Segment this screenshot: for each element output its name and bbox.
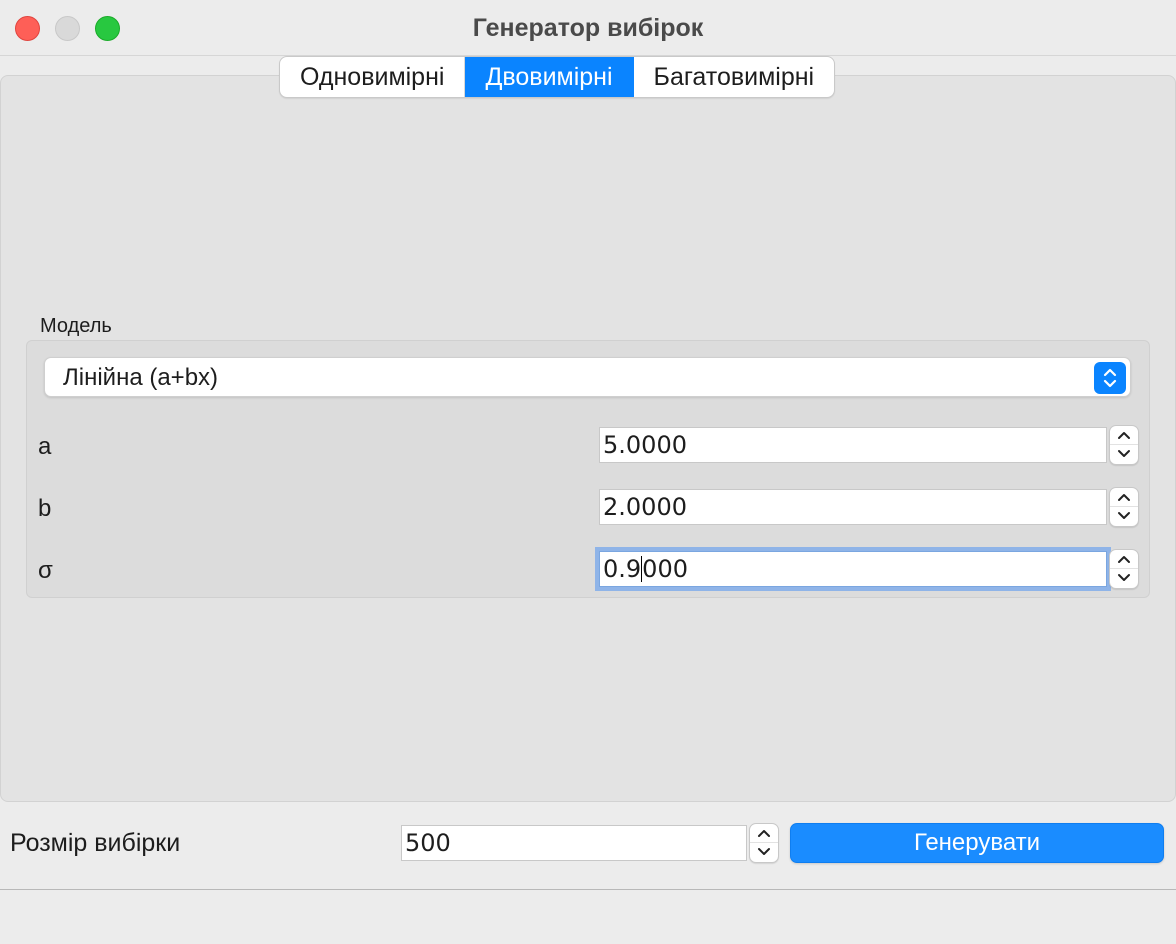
chevron-down-icon [1118,512,1130,519]
param-a-stepper[interactable] [1109,425,1139,465]
param-a-increment[interactable] [1110,426,1138,445]
param-a-input[interactable]: 5.0000 [599,427,1107,463]
model-group-label: Модель [40,315,112,337]
param-b-decrement[interactable] [1110,507,1138,526]
chevron-down-icon [758,848,770,855]
param-sigma-value-start: 0.9 [603,555,642,583]
param-b-stepper[interactable] [1109,487,1139,527]
param-sigma-input[interactable]: 0.9000 [599,551,1107,587]
status-bar-divider [0,889,1176,890]
model-select[interactable]: Лінійна (a+bx) [44,357,1131,397]
chevron-down-icon [1118,574,1130,581]
tab-bar: Одновимірні Двовимірні Багатовимірні [279,56,836,98]
window-title: Генератор вибірок [472,14,704,42]
sample-size-decrement[interactable] [750,843,778,862]
generate-button[interactable]: Генерувати [790,823,1164,863]
param-b-input[interactable]: 2.0000 [599,489,1107,525]
model-select-value: Лінійна (a+bx) [63,364,219,391]
chevron-down-icon [1118,450,1130,457]
tab-two-dimensional[interactable]: Двовимірні [465,57,634,97]
param-a-decrement[interactable] [1110,445,1138,464]
sample-size-label: Розмір вибірки [10,829,181,857]
param-sigma-stepper[interactable] [1109,549,1139,589]
sample-size-input[interactable]: 500 [401,825,747,861]
chevron-up-icon [758,830,770,837]
app-window: Генератор вибірок Одновимірні Двовимірні… [0,0,1176,944]
chevron-up-icon [1118,556,1130,563]
tab-one-dimensional[interactable]: Одновимірні [280,57,466,97]
sample-size-stepper[interactable] [749,823,779,863]
param-sigma-decrement[interactable] [1110,569,1138,588]
tab-multi-dimensional[interactable]: Багатовимірні [634,57,835,97]
chevron-up-icon [1118,494,1130,501]
sample-size-increment[interactable] [750,824,778,843]
param-a-label: a [38,433,52,460]
param-sigma-label: σ [38,557,53,584]
param-b-label: b [38,495,52,522]
chevron-up-down-icon [1094,362,1126,394]
param-b-increment[interactable] [1110,488,1138,507]
title-bar: Генератор вибірок [0,0,1176,56]
param-sigma-value-end: 000 [642,555,688,583]
chevron-up-icon [1118,432,1130,439]
param-sigma-increment[interactable] [1110,550,1138,569]
